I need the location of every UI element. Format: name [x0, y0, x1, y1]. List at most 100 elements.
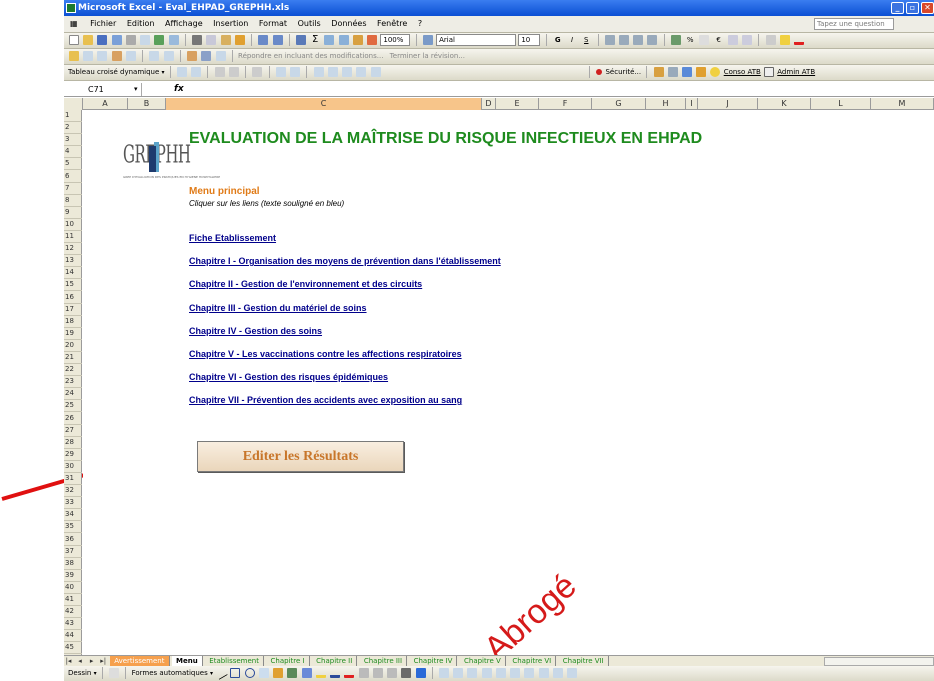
horizontal-scrollbar[interactable]: [824, 657, 934, 666]
chart-wizard-icon[interactable]: [352, 35, 363, 45]
line-color-icon[interactable]: [330, 668, 341, 678]
fill-color-draw-icon[interactable]: [315, 668, 326, 678]
name-box-dropdown-icon[interactable]: ▾: [134, 83, 138, 96]
align-center-icon[interactable]: [618, 35, 629, 45]
font-color-draw-icon[interactable]: [344, 668, 355, 678]
column-header-d[interactable]: D: [482, 98, 496, 110]
drawing-icon[interactable]: [367, 35, 378, 45]
format-painter-icon[interactable]: [234, 35, 245, 45]
row-header[interactable]: 42: [64, 606, 82, 619]
row-header[interactable]: 20: [64, 340, 82, 352]
tab-chapitre-4[interactable]: Chapitre IV: [410, 656, 458, 666]
menu-outils[interactable]: Outils: [294, 16, 325, 32]
tab-chapitre-6[interactable]: Chapitre VI: [508, 656, 557, 666]
row-header[interactable]: 2: [64, 122, 82, 135]
line-icon[interactable]: [214, 666, 229, 680]
bold-icon[interactable]: G: [553, 35, 563, 45]
name-box[interactable]: C71: [82, 83, 142, 96]
copy-icon[interactable]: [206, 35, 217, 45]
security-icon[interactable]: [596, 69, 603, 75]
pivot-icon-7[interactable]: [290, 67, 301, 77]
tab-etablissement[interactable]: Etablissement: [205, 656, 264, 666]
menu-edition[interactable]: Edition: [123, 16, 159, 32]
menu-fenetre[interactable]: Fenêtre: [373, 16, 411, 32]
column-header-a[interactable]: A: [83, 98, 128, 110]
forms-icon-1[interactable]: [439, 668, 449, 678]
currency-icon[interactable]: [670, 35, 681, 45]
autoshapes-menu[interactable]: Formes automatiques: [132, 669, 208, 677]
row-header[interactable]: 9: [64, 207, 82, 219]
tab-menu[interactable]: Menu: [172, 656, 203, 666]
row-header[interactable]: 6: [64, 171, 82, 183]
review-icon-7[interactable]: [163, 51, 174, 61]
pivot-icon-9[interactable]: [327, 67, 338, 77]
print-preview-icon[interactable]: [140, 35, 151, 45]
column-header-i[interactable]: I: [686, 98, 698, 110]
research-icon[interactable]: [168, 35, 179, 45]
next-sheet-icon[interactable]: ▸: [87, 656, 96, 666]
sort-desc-icon[interactable]: [338, 35, 349, 45]
review-icon-10[interactable]: [215, 51, 226, 61]
oval-icon[interactable]: [244, 668, 255, 678]
3d-icon[interactable]: [415, 668, 426, 678]
column-header-l[interactable]: L: [811, 98, 871, 110]
link-chapitre-6[interactable]: Chapitre VI - Gestion des risques épidém…: [189, 372, 388, 382]
picture-icon[interactable]: [301, 668, 312, 678]
link-chapitre-2[interactable]: Chapitre II - Gestion de l'environnement…: [189, 279, 422, 289]
reply-with-changes[interactable]: Répondre en incluant des modifications..…: [238, 52, 383, 60]
column-header-j[interactable]: J: [698, 98, 758, 110]
row-header[interactable]: 38: [64, 558, 82, 570]
wordart-icon[interactable]: [273, 668, 284, 678]
hyperlink-icon[interactable]: [295, 35, 306, 45]
macro-icon-4[interactable]: [696, 67, 707, 77]
row-header[interactable]: 27: [64, 425, 82, 437]
review-icon-3[interactable]: [97, 51, 108, 61]
select-all-corner[interactable]: [64, 98, 83, 110]
review-icon-8[interactable]: [187, 51, 198, 61]
question-input[interactable]: Tapez une question: [814, 18, 894, 30]
row-header[interactable]: 5: [64, 158, 82, 171]
tab-chapitre-3[interactable]: Chapitre III: [360, 656, 408, 666]
row-header[interactable]: 21: [64, 352, 82, 365]
row-header[interactable]: 15: [64, 279, 82, 292]
column-header-b[interactable]: B: [128, 98, 166, 110]
align-right-icon[interactable]: [633, 35, 644, 45]
forms-icon-4[interactable]: [481, 668, 492, 678]
fx-label[interactable]: fx: [174, 83, 184, 96]
column-header-m[interactable]: M: [871, 98, 934, 110]
row-header[interactable]: 4: [64, 146, 82, 159]
pivot-icon-1[interactable]: [177, 67, 188, 77]
sort-asc-icon[interactable]: [324, 35, 335, 45]
tab-chapitre-5[interactable]: Chapitre V: [460, 656, 506, 666]
link-fiche-etablissement[interactable]: Fiche Etablissement: [189, 233, 276, 243]
conso-icon[interactable]: [710, 67, 721, 77]
forms-icon-9[interactable]: [552, 668, 563, 678]
row-header[interactable]: 16: [64, 292, 82, 304]
row-header[interactable]: 1: [64, 110, 82, 123]
tab-chapitre-7[interactable]: Chapitre VII: [559, 656, 609, 666]
row-header[interactable]: 28: [64, 437, 82, 449]
link-chapitre-3[interactable]: Chapitre III - Gestion du matériel de so…: [189, 303, 367, 313]
link-chapitre-7[interactable]: Chapitre VII - Prévention des accidents …: [189, 395, 462, 405]
pivot-icon-6[interactable]: [275, 67, 286, 77]
save-icon[interactable]: [97, 35, 108, 45]
prev-sheet-icon[interactable]: ◂: [76, 656, 85, 666]
forms-icon-5[interactable]: [495, 668, 506, 678]
forms-icon-8[interactable]: [538, 668, 549, 678]
menu-donnees[interactable]: Données: [327, 16, 370, 32]
row-header[interactable]: 35: [64, 521, 82, 534]
align-left-icon[interactable]: [604, 35, 615, 45]
pivot-icon-10[interactable]: [342, 67, 353, 77]
spelling-icon[interactable]: [154, 35, 165, 45]
macro-icon-1[interactable]: [653, 67, 664, 77]
workbook-icon[interactable]: ▦: [64, 16, 84, 32]
column-header-g[interactable]: G: [592, 98, 646, 110]
review-icon-4[interactable]: [111, 51, 122, 61]
menu-help[interactable]: ?: [414, 16, 426, 32]
line-style-icon[interactable]: [358, 668, 369, 678]
arrow-style-icon[interactable]: [387, 668, 398, 678]
column-header-f[interactable]: F: [539, 98, 592, 110]
row-header[interactable]: 25: [64, 400, 82, 413]
row-header[interactable]: 13: [64, 255, 82, 268]
row-header[interactable]: 32: [64, 485, 82, 498]
